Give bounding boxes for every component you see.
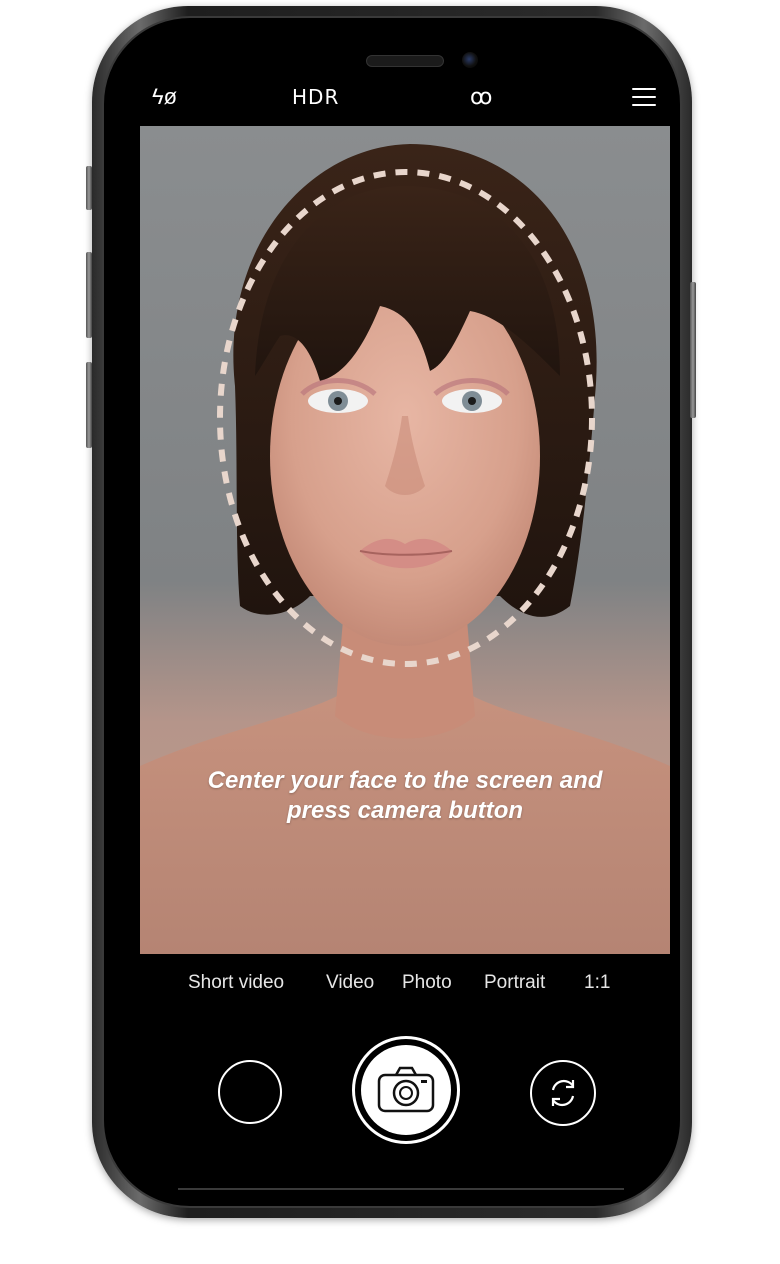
camera-icon [377, 1066, 435, 1113]
capture-mode-selector: Short video Video Photo Portrait 1:1 [140, 968, 670, 1000]
mode-portrait[interactable]: Portrait [484, 968, 545, 998]
home-indicator [178, 1188, 624, 1190]
hdr-label: HDR [292, 85, 340, 109]
volume-down-button [86, 362, 92, 448]
shutter-button[interactable] [352, 1036, 460, 1144]
front-camera-lens [462, 52, 478, 68]
menu-button[interactable] [632, 88, 656, 112]
volume-up-button [86, 252, 92, 338]
effects-button[interactable]: ꝏ [470, 82, 492, 112]
mode-square[interactable]: 1:1 [584, 968, 610, 998]
gallery-button[interactable] [218, 1060, 282, 1124]
capture-controls [140, 1036, 670, 1166]
mode-photo[interactable]: Photo [402, 968, 452, 998]
mode-video[interactable]: Video [326, 968, 374, 998]
flash-toggle[interactable]: ϟø [152, 82, 177, 112]
phone-screen: ϟø HDR ꝏ Center your face to the screen … [102, 16, 682, 1208]
mute-switch [86, 166, 92, 210]
shutter-inner [361, 1045, 451, 1135]
instruction-line-1: Center your face to the screen and [207, 767, 603, 794]
camera-top-bar: ϟø HDR ꝏ [140, 78, 670, 118]
instruction-line-2: press camera button [286, 797, 524, 824]
camera-viewfinder[interactable]: Center your face to the screen and press… [140, 126, 670, 954]
flash-off-icon: ϟø [152, 84, 178, 109]
instruction-text: Center your face to the screen and press… [140, 766, 670, 826]
power-button [690, 282, 696, 418]
switch-camera-button[interactable] [530, 1060, 596, 1126]
effects-icon: ꝏ [470, 84, 493, 109]
hamburger-menu-icon [632, 88, 656, 106]
subject-portrait [140, 144, 670, 954]
hdr-toggle[interactable]: HDR [292, 82, 339, 112]
phone-frame: ϟø HDR ꝏ Center your face to the screen … [92, 6, 692, 1218]
earpiece-speaker [366, 55, 444, 67]
switch-camera-icon [551, 1079, 575, 1107]
mode-short-video[interactable]: Short video [188, 968, 284, 998]
